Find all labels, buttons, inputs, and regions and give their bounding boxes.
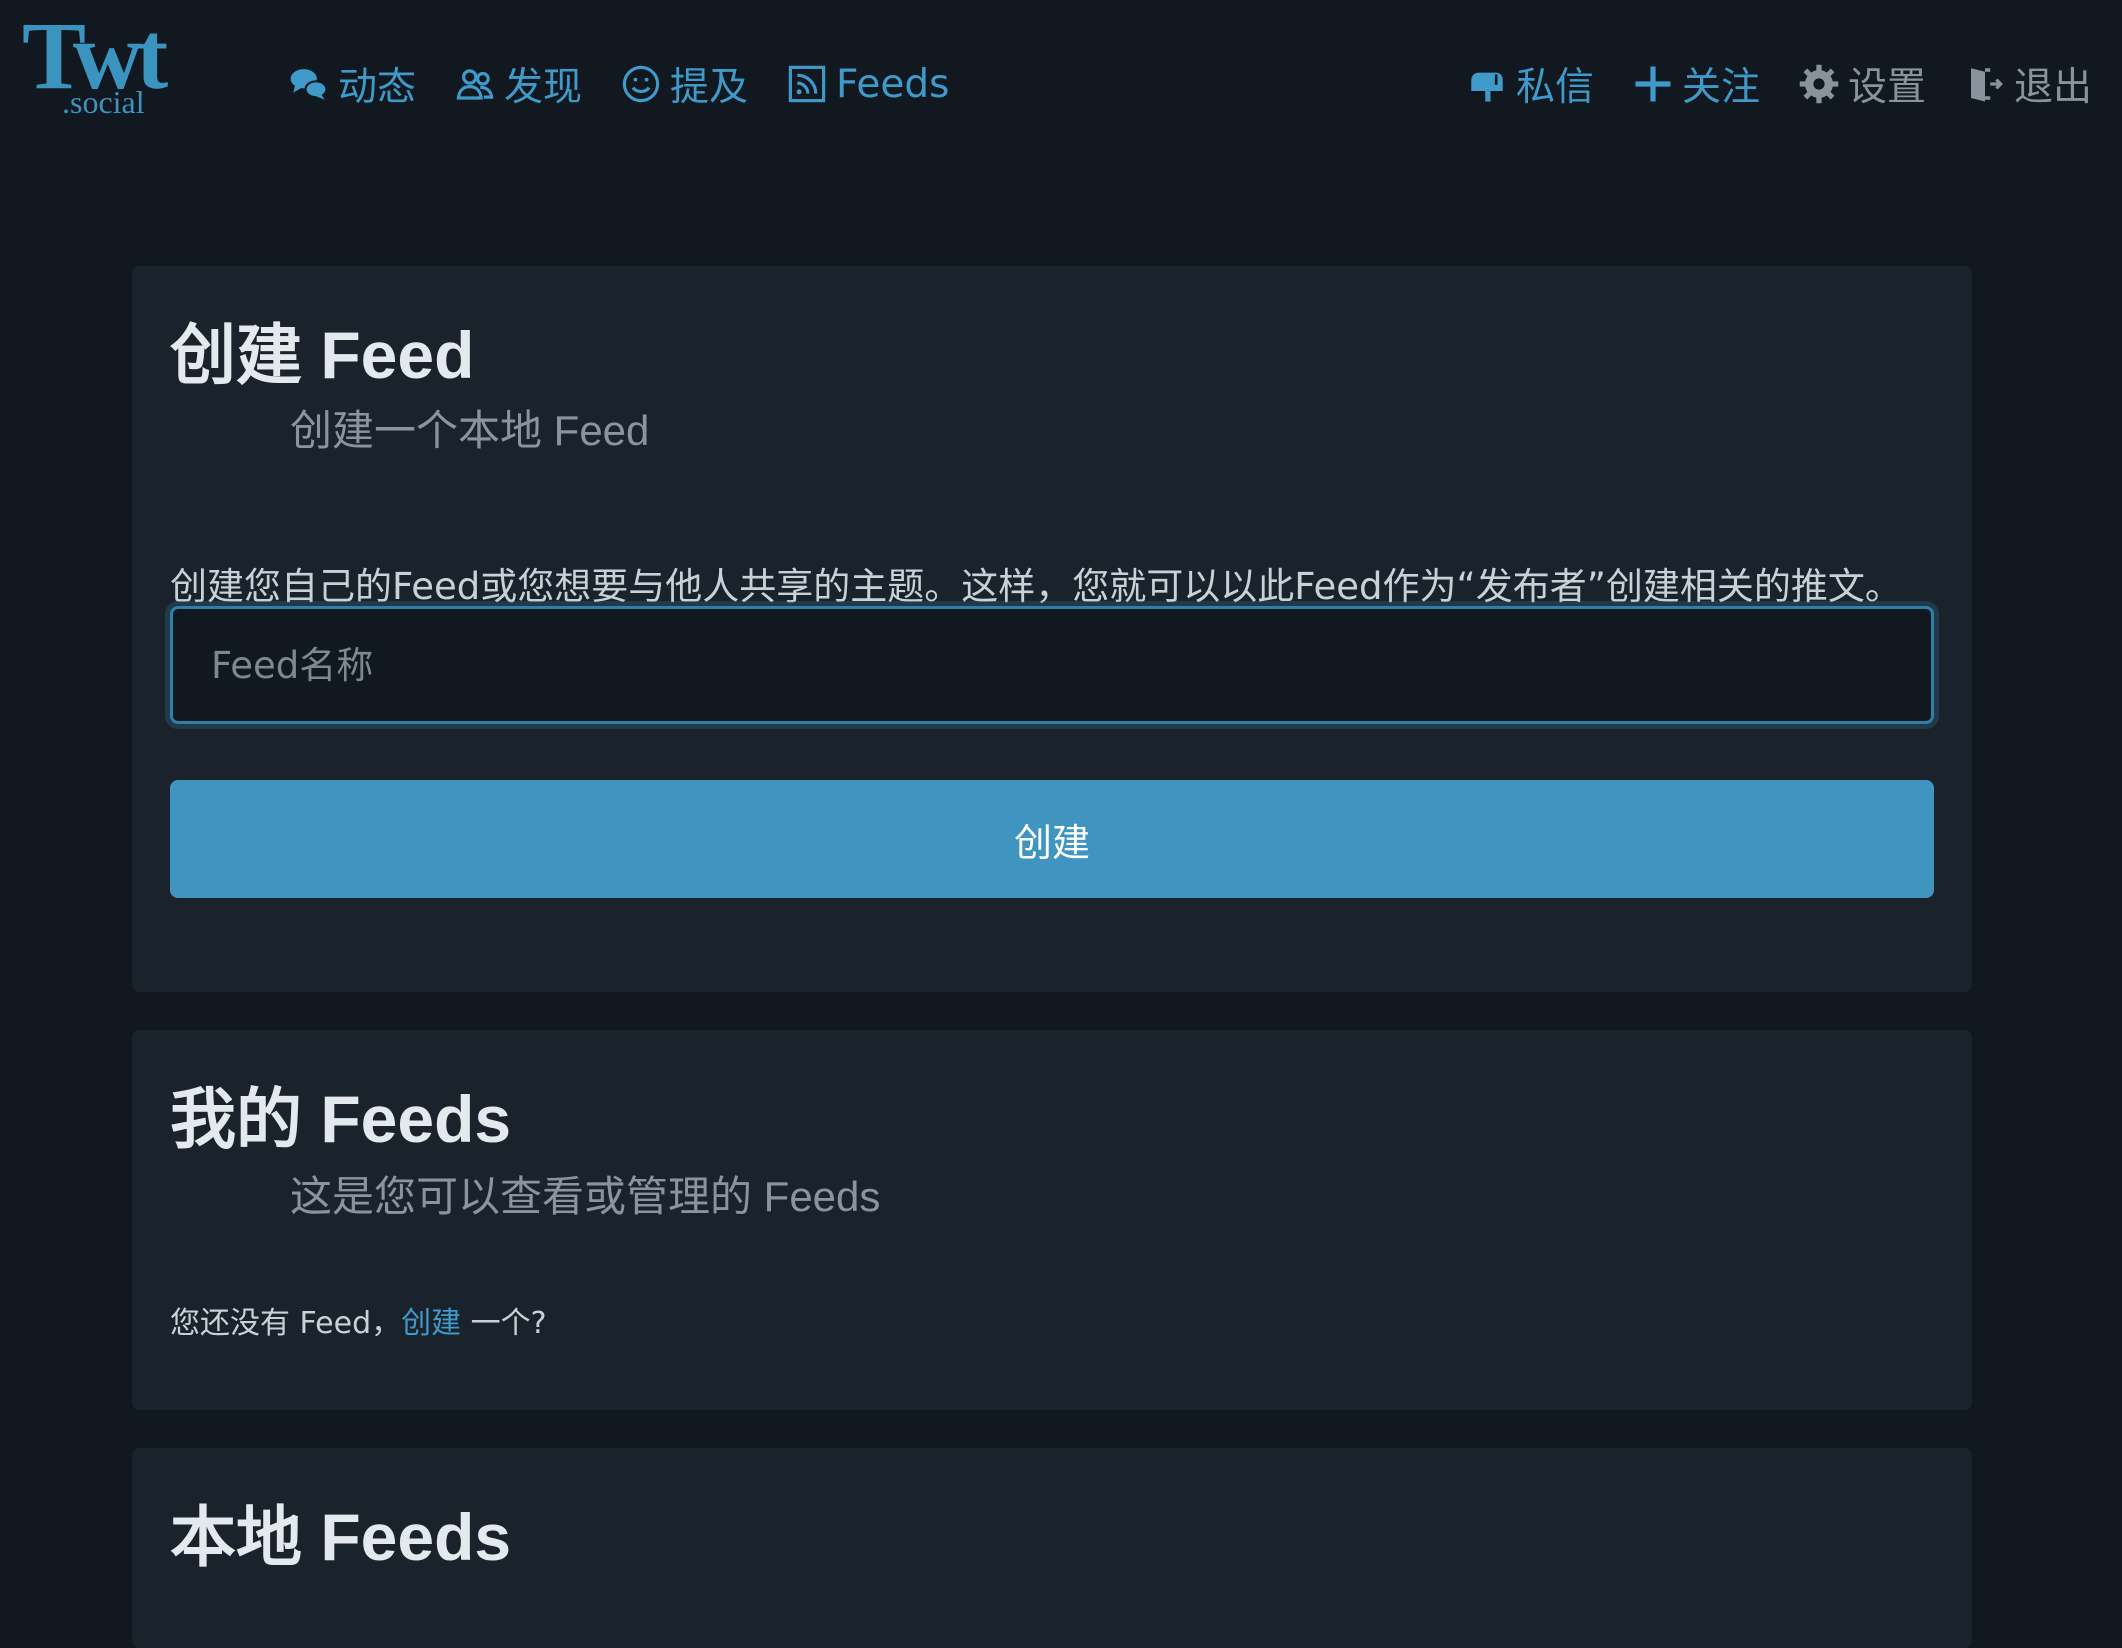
chat-bubbles-icon xyxy=(290,69,328,100)
create-feed-title: 创建 Feed xyxy=(170,318,475,392)
nav-discover[interactable]: 发现 xyxy=(454,56,582,112)
nav-feeds[interactable]: Feeds xyxy=(786,62,949,107)
rss-icon xyxy=(788,65,826,103)
nav-timeline[interactable]: 动态 xyxy=(288,56,416,112)
smiley-icon xyxy=(622,65,660,103)
create-feed-link[interactable]: 创建 xyxy=(401,1306,461,1341)
my-feeds-empty-message: 您还没有 Feed，创建 一个? xyxy=(170,1298,547,1342)
create-feed-description: 创建您自己的Feed或您想要与他人共享的主题。这样，您就可以以此Feed作为“发… xyxy=(170,565,1902,608)
plus-icon xyxy=(1635,66,1671,102)
secondary-nav: 私信 关注 设置 退出 xyxy=(1428,56,2092,112)
top-navbar: Twt .social 动态 发现 提及 Feeds 私信 关注 设置 退出 xyxy=(0,0,2122,170)
twt-social-logo[interactable]: Twt .social xyxy=(22,8,202,122)
local-feeds-title: 本地 Feeds xyxy=(170,1500,512,1574)
create-feed-button[interactable]: 创建 xyxy=(170,780,1934,898)
nav-settings-label: 设置 xyxy=(1847,65,1926,110)
empty-message-suffix: 一个? xyxy=(461,1306,547,1341)
nav-follow[interactable]: 关注 xyxy=(1632,56,1760,112)
nav-discover-label: 发现 xyxy=(504,65,583,110)
nav-logout-label: 退出 xyxy=(2013,65,2092,110)
my-feeds-subtitle: 这是您可以查看或管理的 Feeds xyxy=(290,1173,881,1220)
nav-logout[interactable]: 退出 xyxy=(1964,56,2092,112)
primary-nav: 动态 发现 提及 Feeds xyxy=(288,56,987,112)
create-feed-subtitle: 创建一个本地 Feed xyxy=(290,407,650,454)
my-feeds-title: 我的 Feeds xyxy=(170,1082,512,1156)
feed-name-input[interactable] xyxy=(170,606,1934,724)
door-exit-icon xyxy=(1970,68,2003,102)
gear-icon xyxy=(1799,64,1839,104)
local-feeds-card: 本地 Feeds xyxy=(132,1448,1972,1648)
nav-messages[interactable]: 私信 xyxy=(1466,56,1594,112)
nav-feeds-label: Feeds xyxy=(836,61,950,107)
users-icon xyxy=(456,69,494,100)
my-feeds-card: 我的 Feeds 这是您可以查看或管理的 Feeds 您还没有 Feed，创建 … xyxy=(132,1030,1972,1410)
nav-messages-label: 私信 xyxy=(1515,65,1594,110)
create-feed-card: 创建 Feed 创建一个本地 Feed 创建您自己的Feed或您想要与他人共享的… xyxy=(132,266,1972,992)
logo-subtitle: .social xyxy=(62,84,145,120)
nav-mentions[interactable]: 提及 xyxy=(620,56,748,112)
nav-mentions-label: 提及 xyxy=(670,65,749,110)
empty-message-prefix: 您还没有 Feed， xyxy=(170,1306,402,1341)
nav-settings[interactable]: 设置 xyxy=(1798,56,1926,112)
nav-timeline-label: 动态 xyxy=(338,65,417,110)
mailbox-icon xyxy=(1471,72,1503,102)
nav-follow-label: 关注 xyxy=(1681,65,1760,110)
